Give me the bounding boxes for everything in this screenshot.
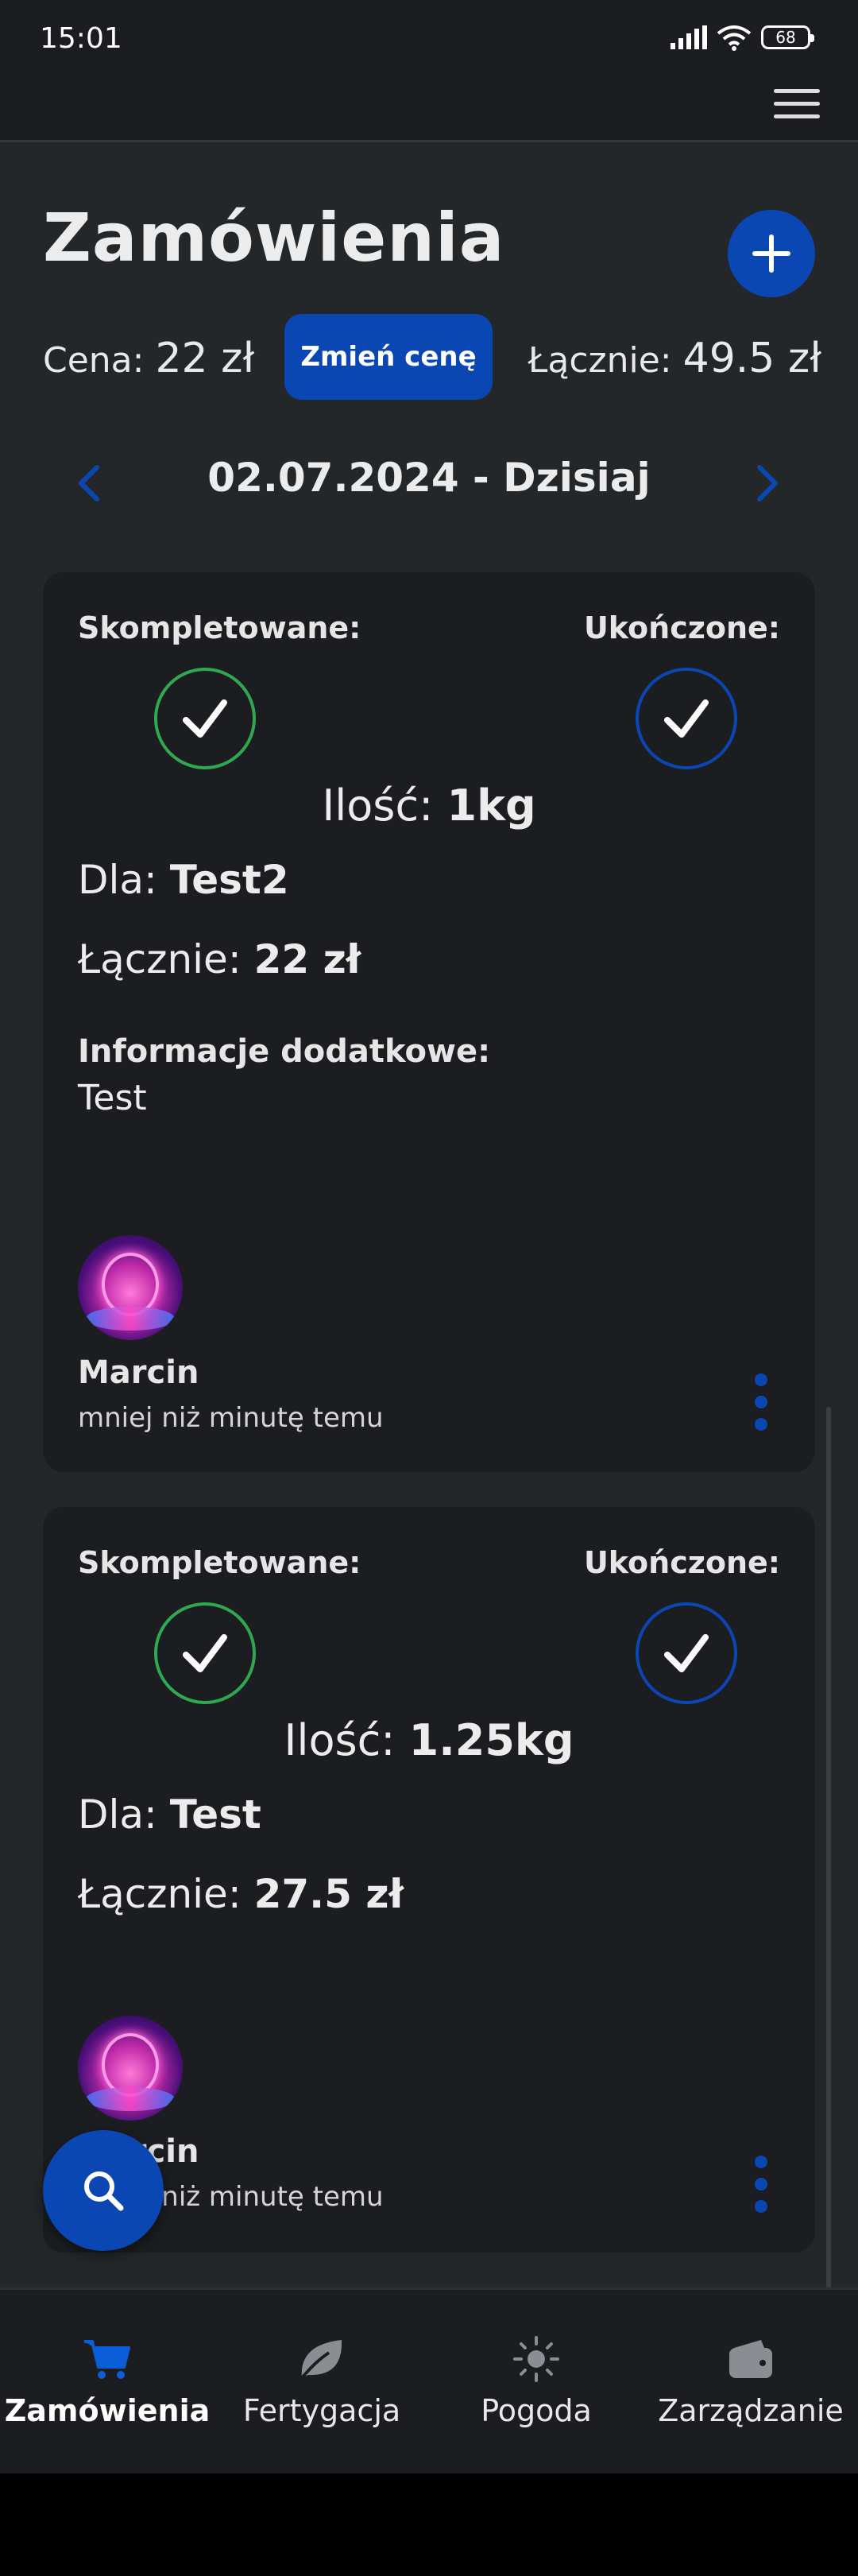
completed-toggle[interactable] xyxy=(154,1602,256,1704)
total-info: Łącznie: 49.5 zł xyxy=(528,335,821,382)
add-order-button[interactable] xyxy=(728,210,815,297)
recipient-value: Test2 xyxy=(169,857,289,903)
recipient-value: Test xyxy=(169,1792,261,1838)
chevron-right-icon[interactable] xyxy=(742,459,790,507)
price-row: Cena: 22 zł Zmień cenę Łącznie: 49.5 zł xyxy=(43,314,821,403)
nav-weather[interactable]: Pogoda xyxy=(429,2331,644,2450)
total-value: 49.5 zł xyxy=(682,335,821,382)
more-options-icon[interactable] xyxy=(755,2156,767,2213)
total-label: Łącznie: xyxy=(528,340,672,381)
user-time: mniej niż minutę temu xyxy=(78,1402,384,1434)
user-name: Marcin xyxy=(78,1354,199,1391)
nav-orders[interactable]: Zamówienia xyxy=(0,2331,214,2450)
signal-icon xyxy=(671,25,707,49)
finished-label: Ukończone: xyxy=(583,610,780,645)
status-time: 15:01 xyxy=(40,22,122,55)
wifi-icon xyxy=(717,25,752,51)
nav-fertigation-label: Fertygacja xyxy=(242,2393,401,2428)
quantity-label: Ilość: xyxy=(322,781,434,831)
finished-label: Ukończone: xyxy=(583,1545,780,1580)
order-total-label: Łącznie: xyxy=(78,936,242,982)
nav-weather-label: Pogoda xyxy=(481,2393,592,2428)
order-card: Skompletowane: Ukończone: Ilość: 1kg Dla… xyxy=(43,572,815,1472)
battery-level: 68 xyxy=(775,28,796,47)
order-total: Łącznie: 27.5 zł xyxy=(78,1871,404,1917)
header-divider xyxy=(0,140,858,142)
order-total-label: Łącznie: xyxy=(78,1871,242,1917)
more-options-icon[interactable] xyxy=(755,1373,767,1431)
nav-fertigation[interactable]: Fertygacja xyxy=(214,2331,429,2450)
leaf-icon xyxy=(300,2340,342,2380)
checkmark-icon xyxy=(183,1634,227,1672)
order-total-value: 22 zł xyxy=(253,936,361,982)
current-date: 02.07.2024 - Dzisiaj xyxy=(207,455,651,501)
nav-orders-label: Zamówienia xyxy=(4,2393,211,2428)
page-title: Zamówienia xyxy=(43,199,505,277)
price-label: Cena: xyxy=(43,340,145,381)
nav-management[interactable]: Zarządzanie xyxy=(644,2331,858,2450)
status-bar: 15:01 68 xyxy=(0,0,858,140)
recipient-label: Dla: xyxy=(78,857,157,903)
checkmark-icon xyxy=(183,699,227,738)
completed-toggle[interactable] xyxy=(154,668,256,769)
completed-label: Skompletowane: xyxy=(78,610,361,645)
bottom-navigation: Zamówienia Fertygacja Pogoda Zarządzanie xyxy=(0,2287,858,2473)
plus-icon xyxy=(752,234,790,273)
finished-toggle[interactable] xyxy=(636,668,737,769)
finished-toggle[interactable] xyxy=(636,1602,737,1704)
additional-info-label: Informacje dodatkowe: xyxy=(78,1033,491,1070)
search-icon xyxy=(84,2171,124,2211)
change-price-button[interactable]: Zmień cenę xyxy=(284,314,493,400)
avatar xyxy=(78,2016,183,2121)
price-value: 22 zł xyxy=(155,335,255,382)
quantity: Ilość: 1.25kg xyxy=(43,1715,815,1765)
quantity-value: 1.25kg xyxy=(408,1715,574,1765)
wallet-icon xyxy=(729,2340,772,2378)
quantity-label: Ilość: xyxy=(284,1715,396,1765)
sun-icon xyxy=(513,2336,559,2382)
app-screen: 15:01 68 Zamówienia Cena: 22 zł Zmień ce… xyxy=(0,0,858,2473)
checkmark-icon xyxy=(664,1634,709,1672)
search-button[interactable] xyxy=(43,2130,164,2251)
order-total-value: 27.5 zł xyxy=(253,1871,404,1917)
avatar xyxy=(78,1235,183,1340)
recipient: Dla: Test2 xyxy=(78,857,289,903)
order-total: Łącznie: 22 zł xyxy=(78,936,361,982)
recipient-label: Dla: xyxy=(78,1792,157,1838)
battery-indicator: 68 xyxy=(761,25,814,49)
date-navigation: 02.07.2024 - Dzisiaj xyxy=(43,445,815,517)
checkmark-icon xyxy=(664,699,709,738)
completed-label: Skompletowane: xyxy=(78,1545,361,1580)
menu-icon[interactable] xyxy=(774,89,820,124)
order-card: Skompletowane: Ukończone: Ilość: 1.25kg … xyxy=(43,1507,815,2253)
recipient: Dla: Test xyxy=(78,1792,261,1838)
cart-icon xyxy=(84,2340,130,2379)
quantity-value: 1kg xyxy=(446,781,536,831)
nav-management-label: Zarządzanie xyxy=(658,2393,844,2428)
quantity: Ilość: 1kg xyxy=(43,781,815,831)
scrollbar[interactable] xyxy=(826,1407,831,2289)
additional-info-text: Test xyxy=(78,1078,147,1118)
price-info: Cena: 22 zł xyxy=(43,335,254,382)
status-icons: 68 xyxy=(671,24,814,51)
